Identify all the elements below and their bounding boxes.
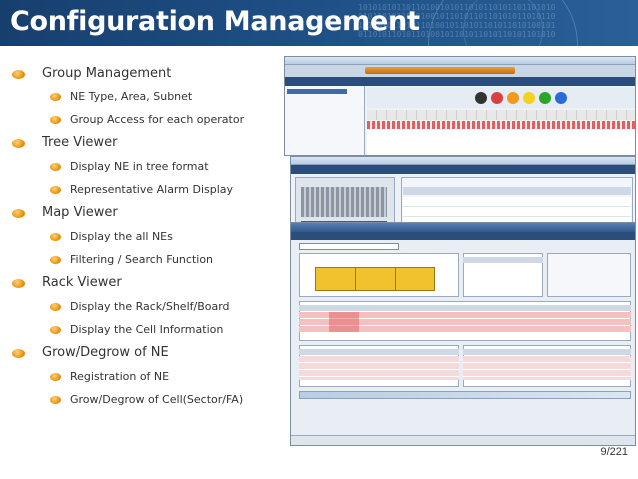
bullet-icon bbox=[50, 256, 61, 264]
bullet-icon bbox=[50, 116, 61, 124]
bullet-icon bbox=[12, 139, 25, 148]
bullet-icon bbox=[50, 396, 61, 404]
bullet-icon bbox=[12, 209, 25, 218]
ems-main-window bbox=[284, 56, 636, 156]
cell-management-window bbox=[290, 222, 636, 446]
page-number: 9/221 bbox=[600, 446, 628, 458]
bullet-icon bbox=[50, 93, 61, 101]
bullet-icon bbox=[50, 233, 61, 241]
bullet-icon bbox=[12, 349, 25, 358]
bullet-icon bbox=[12, 279, 25, 288]
bullet-icon bbox=[50, 303, 61, 311]
bullet-icon bbox=[50, 186, 61, 194]
bullet-icon bbox=[50, 373, 61, 381]
slide-title: Configuration Management bbox=[10, 6, 420, 37]
bullet-icon bbox=[12, 70, 25, 79]
title-banner: 1010101011011010010101101011010110110101… bbox=[0, 0, 638, 46]
application-screenshot bbox=[284, 56, 636, 446]
bullet-icon bbox=[50, 326, 61, 334]
bullet-icon bbox=[50, 163, 61, 171]
